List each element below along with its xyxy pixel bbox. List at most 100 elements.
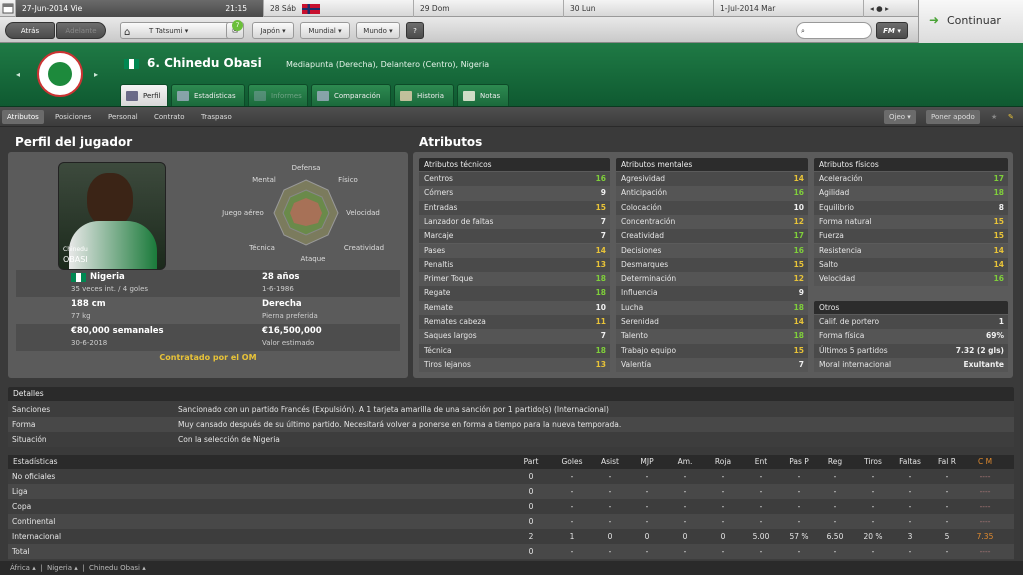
stats-col-header[interactable]: Asist	[595, 455, 625, 469]
attribute-row[interactable]: Valentía 7	[616, 357, 808, 373]
attribute-row[interactable]: Trabajo equipo 15	[616, 343, 808, 358]
attribute-row[interactable]: Penaltis 13	[419, 257, 610, 273]
subnav-positions[interactable]: Posiciones	[50, 110, 96, 124]
attribute-row[interactable]: Decisiones 16	[616, 243, 808, 258]
stats-col-header[interactable]: Roja	[708, 455, 738, 469]
stats-col-header[interactable]: Reg	[820, 455, 850, 469]
attribute-name: Determinación	[621, 274, 677, 284]
attribute-row[interactable]: Forma física 69%	[814, 329, 1008, 344]
nickname-button[interactable]: Poner apodo	[926, 110, 980, 124]
attribute-row[interactable]: Primer Toque 18	[419, 272, 610, 287]
tab-reports[interactable]: Informes	[248, 84, 308, 106]
attribute-row[interactable]: Equilibrio 8	[814, 200, 1008, 215]
stats-col-header[interactable]: Part	[516, 455, 546, 469]
tab-profile[interactable]: Perfil	[120, 84, 168, 106]
attribute-row[interactable]: Regate 18	[419, 286, 610, 301]
crumb-africa[interactable]: África	[10, 564, 30, 572]
stats-col-header[interactable]: Tiros	[858, 455, 888, 469]
stats-header-row: Estadísticas Part Goles Asist MJP Am. Roja Ent…	[8, 455, 1014, 469]
attribute-value: 16	[993, 274, 1004, 284]
attribute-row[interactable]: Determinación 12	[616, 272, 808, 287]
attribute-row[interactable]: Remates cabeza 11	[419, 315, 610, 330]
attribute-row[interactable]: Saques largos 7	[419, 329, 610, 344]
attribute-row[interactable]: Córners 9	[419, 186, 610, 201]
tab-notes[interactable]: Notas	[457, 84, 509, 106]
stats-col-header[interactable]: Faltas	[895, 455, 925, 469]
next-player-icon[interactable]: ▸	[94, 70, 98, 79]
attribute-row[interactable]: Forma natural 15	[814, 214, 1008, 230]
attribute-row[interactable]: Salto 14	[814, 257, 1008, 273]
attribute-row[interactable]: Velocidad 16	[814, 272, 1008, 287]
subnav-personal[interactable]: Personal	[103, 110, 143, 124]
attribute-row[interactable]: Concentración 12	[616, 214, 808, 230]
attribute-row[interactable]: Talento 18	[616, 329, 808, 344]
attribute-row[interactable]: Lucha 18	[616, 300, 808, 315]
prev-player-icon[interactable]: ◂	[16, 70, 20, 79]
subnav-attributes[interactable]: Atributos	[2, 110, 44, 124]
attribute-row[interactable]: Moral internacional Exultante	[814, 357, 1008, 373]
forward-button[interactable]: Adelante	[56, 22, 106, 39]
radar-label: Técnica	[248, 244, 275, 252]
attribute-row[interactable]: Influencia 9	[616, 286, 808, 301]
attribute-row[interactable]: Serenidad 14	[616, 315, 808, 330]
day-29[interactable]: 29 Dom	[414, 0, 564, 17]
attribute-row[interactable]: Creatividad 17	[616, 229, 808, 244]
fm-menu[interactable]: FM ▾	[876, 22, 908, 39]
continue-button[interactable]: ➜ Continuar	[918, 0, 1023, 43]
world-cup-menu[interactable]: Mundial ▾	[300, 22, 350, 39]
subnav-transfer[interactable]: Traspaso	[196, 110, 237, 124]
crumb-player[interactable]: Chinedu Obasi	[89, 564, 140, 572]
stats-col-header[interactable]: C M	[970, 455, 1000, 469]
crumb-nigeria[interactable]: Nigeria	[47, 564, 72, 572]
help-button[interactable]: ?	[406, 22, 424, 39]
attribute-row[interactable]: Colocación 10	[616, 200, 808, 215]
attribute-name: Trabajo equipo	[621, 345, 677, 355]
physical-list: Aceleración 17 Agilidad 18 Equilibrio 8 Forma …	[814, 172, 1008, 287]
tab-label: Perfil	[143, 92, 161, 100]
attribute-row[interactable]: Técnica 18	[419, 343, 610, 358]
attribute-row[interactable]: Pases 14	[419, 243, 610, 258]
attribute-row[interactable]: Anticipación 16	[616, 186, 808, 201]
tab-compare[interactable]: Comparación	[311, 84, 391, 106]
calendar-icon[interactable]	[0, 0, 16, 17]
stats-col-header[interactable]: MJP	[632, 455, 662, 469]
attribute-row[interactable]: Agilidad 18	[814, 186, 1008, 201]
attribute-row[interactable]: Resistencia 14	[814, 243, 1008, 258]
attribute-row[interactable]: Agresividad 14	[616, 172, 808, 187]
calendar-controls[interactable]: ◂ ● ▸	[864, 0, 918, 17]
attribute-row[interactable]: Lanzador de faltas 7	[419, 214, 610, 230]
stats-cell: -	[721, 487, 725, 496]
attribute-name: Anticipación	[621, 188, 668, 198]
star-icon[interactable]: ★	[986, 110, 1002, 124]
attribute-row[interactable]: Fuerza 15	[814, 229, 1008, 244]
back-button[interactable]: Atrás	[5, 22, 55, 39]
subnav-contract[interactable]: Contrato	[149, 110, 190, 124]
attribute-row[interactable]: Centros 16	[419, 172, 610, 187]
stats-col-header[interactable]: Pas P	[784, 455, 814, 469]
tab-stats[interactable]: Estadísticas	[171, 84, 245, 106]
attribute-row[interactable]: Entradas 15	[419, 200, 610, 215]
attribute-row[interactable]: Desmarques 15	[616, 257, 808, 273]
attribute-name: Primer Toque	[424, 274, 473, 284]
world-menu[interactable]: Mundo ▾	[356, 22, 400, 39]
value-label: Valor estimado	[262, 339, 315, 347]
attribute-row[interactable]: Tiros lejanos 13	[419, 357, 610, 373]
stats-col-header[interactable]: Goles	[557, 455, 587, 469]
stats-cell: -	[908, 547, 912, 556]
attribute-row[interactable]: Aceleración 17	[814, 172, 1008, 187]
day-30[interactable]: 30 Lun	[564, 0, 714, 17]
tab-history[interactable]: Historia	[394, 84, 454, 106]
attribute-row[interactable]: Últimos 5 partidos 7.32 (2 gls)	[814, 343, 1008, 358]
attribute-row[interactable]: Remate 10	[419, 300, 610, 315]
japan-menu[interactable]: Japón ▾	[252, 22, 294, 39]
search-input[interactable]: ⌕	[796, 22, 872, 39]
attribute-row[interactable]: Calif. de portero 1	[814, 315, 1008, 330]
stats-col-header[interactable]: Am.	[670, 455, 700, 469]
day-1-jul[interactable]: 1-Jul-2014 Mar	[714, 0, 864, 17]
stats-col-header[interactable]: Ent	[746, 455, 776, 469]
day-28[interactable]: 28 Sáb	[264, 0, 414, 17]
note-icon[interactable]: ✎	[1003, 110, 1019, 124]
scout-button[interactable]: Ojeo ▾	[884, 110, 916, 124]
stats-col-header[interactable]: Fal R	[932, 455, 962, 469]
attribute-row[interactable]: Marcaje 7	[419, 229, 610, 244]
